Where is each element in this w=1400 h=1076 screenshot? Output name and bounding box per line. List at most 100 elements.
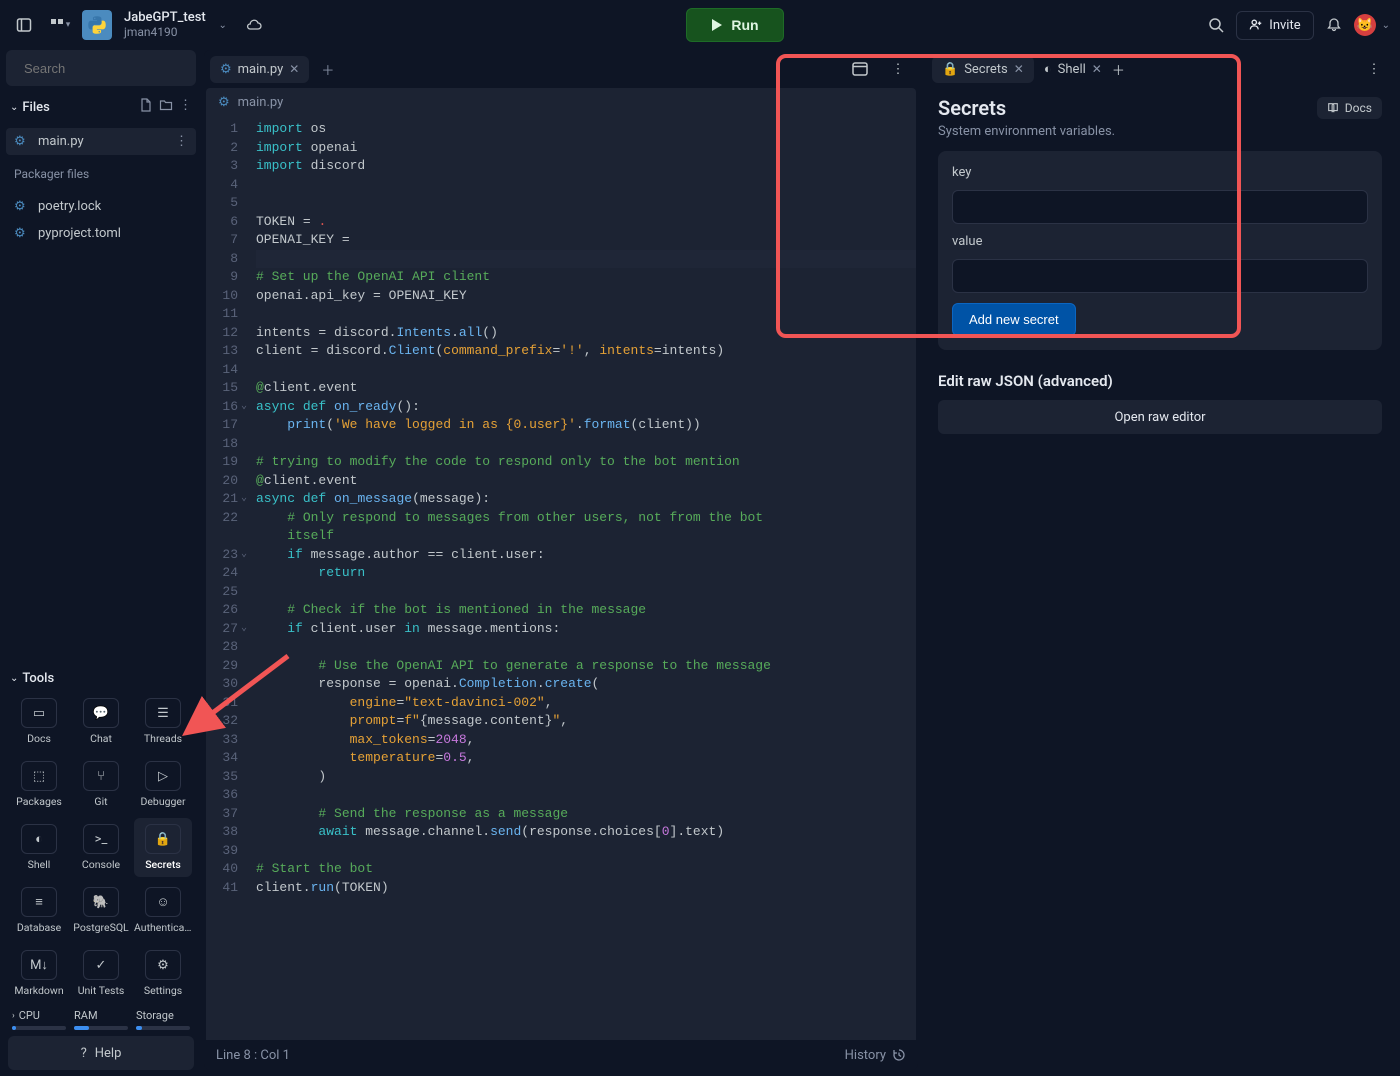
code-line[interactable]: # Set up the OpenAI API client	[256, 268, 916, 287]
code-line[interactable]: return	[256, 564, 916, 583]
code-line[interactable]	[256, 194, 916, 213]
code-line[interactable]: client.run(TOKEN)	[256, 879, 916, 898]
tool-secrets[interactable]: 🔒Secrets	[134, 818, 192, 877]
code-line[interactable]: temperature=0.5,	[256, 749, 916, 768]
new-file-icon[interactable]	[139, 98, 153, 116]
code-line[interactable]: import openai	[256, 139, 916, 158]
code-line[interactable]: intents = discord.Intents.all()	[256, 324, 916, 343]
code-line[interactable]: # Check if the bot is mentioned in the m…	[256, 601, 916, 620]
tool-chat[interactable]: 💬Chat	[72, 692, 130, 751]
code-line[interactable]: prompt=f"{message.content}",	[256, 712, 916, 731]
code-line[interactable]	[256, 176, 916, 195]
secret-value-input[interactable]	[952, 259, 1368, 293]
tool-markdown[interactable]: M↓Markdown	[10, 944, 68, 1003]
tool-debugger[interactable]: ▷Debugger	[134, 755, 192, 814]
close-icon[interactable]: ✕	[289, 62, 299, 76]
sidebar-toggle-icon[interactable]	[10, 11, 38, 39]
files-more-icon[interactable]: ⋮	[179, 98, 192, 116]
tool-database[interactable]: ≡Database	[10, 881, 68, 940]
code-line[interactable]: async def on_ready():	[256, 398, 916, 417]
lock-icon: 🔒	[942, 62, 958, 77]
code-line[interactable]: max_tokens=2048,	[256, 731, 916, 750]
new-folder-icon[interactable]	[159, 98, 173, 116]
file-item[interactable]: ⚙pyproject.toml	[6, 220, 196, 247]
search-input-wrap[interactable]	[6, 50, 196, 86]
code-line[interactable]: # Use the OpenAI API to generate a respo…	[256, 657, 916, 676]
tool-shell[interactable]: ◐Shell	[10, 818, 68, 877]
add-secret-button[interactable]: Add new secret	[952, 303, 1076, 336]
code-line[interactable]	[256, 638, 916, 657]
menu-icon[interactable]: ▾	[46, 11, 74, 39]
notifications-icon[interactable]	[1320, 11, 1348, 39]
rp-more-icon[interactable]: ⋮	[1360, 55, 1388, 83]
code-line[interactable]: @client.event	[256, 472, 916, 491]
code-line[interactable]: openai.api_key = OPENAI_KEY	[256, 287, 916, 306]
invite-button[interactable]: Invite	[1236, 11, 1313, 40]
code-line[interactable]: import os	[256, 120, 916, 139]
file-item[interactable]: ⚙main.py⋮	[6, 128, 196, 155]
new-tab-button[interactable]: ＋	[317, 56, 338, 83]
tab-main-py[interactable]: ⚙ main.py ✕	[210, 56, 309, 83]
code-line[interactable]	[256, 361, 916, 380]
code-line[interactable]: )	[256, 768, 916, 787]
code-line[interactable]: # trying to modify the code to respond o…	[256, 453, 916, 472]
file-item[interactable]: ⚙poetry.lock	[6, 193, 196, 220]
close-icon[interactable]: ✕	[1092, 62, 1102, 76]
file-more-icon[interactable]: ⋮	[175, 134, 188, 149]
code-line[interactable]: if client.user in message.mentions:	[256, 620, 916, 639]
chat-icon: 💬	[83, 698, 119, 728]
layout-icon[interactable]	[846, 55, 874, 83]
code-line[interactable]	[256, 786, 916, 805]
breadcrumb[interactable]: main.py	[238, 95, 284, 110]
cloud-icon[interactable]	[240, 11, 268, 39]
tool-threads[interactable]: ☰Threads	[134, 692, 192, 751]
code-line[interactable]: import discord	[256, 157, 916, 176]
tool-unit-tests[interactable]: ✓Unit Tests	[72, 944, 130, 1003]
code-line[interactable]: client = discord.Client(command_prefix='…	[256, 342, 916, 361]
cpu-meter	[12, 1026, 66, 1030]
avatar[interactable]: 😺	[1354, 14, 1376, 36]
project-name[interactable]: JabeGPT_test	[124, 11, 206, 25]
help-button[interactable]: ? Help	[8, 1036, 194, 1070]
code-line[interactable]: async def on_message(message):	[256, 490, 916, 509]
code-line[interactable]	[256, 250, 916, 269]
project-username[interactable]: jman4190	[124, 26, 206, 39]
docs-button[interactable]: Docs	[1317, 97, 1382, 119]
code-line[interactable]: await message.channel.send(response.choi…	[256, 823, 916, 842]
code-line[interactable]: # Only respond to messages from other us…	[256, 509, 916, 546]
close-icon[interactable]: ✕	[1014, 62, 1024, 76]
code-line[interactable]: # Start the bot	[256, 860, 916, 879]
code-line[interactable]	[256, 583, 916, 602]
tool-docs[interactable]: ▭Docs	[10, 692, 68, 751]
code-line[interactable]: print('We have logged in as {0.user}'.fo…	[256, 416, 916, 435]
code-line[interactable]: OPENAI_KEY =	[256, 231, 916, 250]
tool-authenticati-[interactable]: ☺Authenticati...	[134, 881, 192, 940]
code-line[interactable]	[256, 305, 916, 324]
run-button[interactable]: Run	[686, 8, 783, 42]
tab-secrets[interactable]: 🔒 Secrets ✕	[932, 56, 1034, 83]
new-tab-button[interactable]: ＋	[1112, 60, 1125, 79]
editor-more-icon[interactable]: ⋮	[884, 55, 912, 83]
tab-shell[interactable]: ◐ Shell ✕	[1034, 55, 1112, 83]
files-section[interactable]: ⌄ Files ⋮	[6, 92, 196, 122]
code-line[interactable]: @client.event	[256, 379, 916, 398]
tool-postgresql[interactable]: 🐘PostgreSQL	[72, 881, 130, 940]
code-line[interactable]	[256, 842, 916, 861]
code-line[interactable]	[256, 435, 916, 454]
code-line[interactable]: engine="text-davinci-002",	[256, 694, 916, 713]
search-input[interactable]	[24, 61, 200, 76]
secret-key-input[interactable]	[952, 190, 1368, 224]
code-line[interactable]: response = openai.Completion.create(	[256, 675, 916, 694]
tool-packages[interactable]: ⬚Packages	[10, 755, 68, 814]
history-button[interactable]: History	[845, 1048, 906, 1063]
project-dropdown-icon[interactable]: ⌄	[214, 11, 232, 39]
code-line[interactable]: if message.author == client.user:	[256, 546, 916, 565]
open-raw-editor-button[interactable]: Open raw editor	[938, 400, 1382, 434]
tool-console[interactable]: >_Console	[72, 818, 130, 877]
code-line[interactable]: TOKEN = .	[256, 213, 916, 232]
tools-section[interactable]: ⌄ Tools	[6, 665, 196, 692]
tool-settings[interactable]: ⚙Settings	[134, 944, 192, 1003]
tool-git[interactable]: ⑂Git	[72, 755, 130, 814]
search-icon[interactable]	[1202, 11, 1230, 39]
code-line[interactable]: # Send the response as a message	[256, 805, 916, 824]
